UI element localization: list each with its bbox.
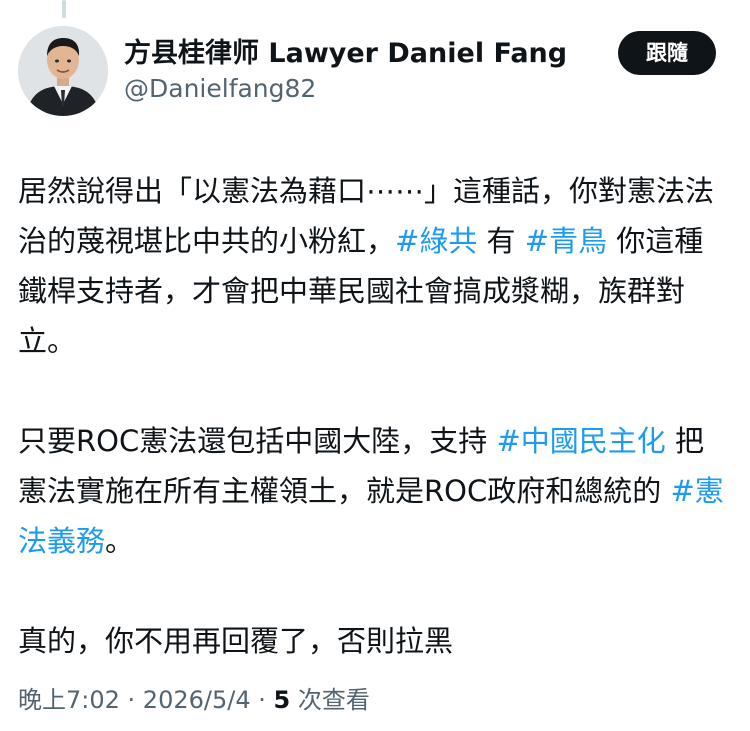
tweet-text-segment: 只要ROC憲法還包括中國大陸，支持 xyxy=(18,424,497,458)
follow-button[interactable]: 跟隨 xyxy=(618,31,716,75)
tweet-text: 居然說得出「以憲法為藉口⋯⋯」這種話，你對憲法法治的蔑視堪比中共的小粉紅，#綠共… xyxy=(18,166,732,666)
meta-separator: · xyxy=(250,686,274,714)
meta-separator: · xyxy=(119,686,143,714)
avatar-photo xyxy=(18,26,108,116)
avatar[interactable] xyxy=(18,26,108,116)
tweet-paragraph-1: 居然說得出「以憲法為藉口⋯⋯」這種話，你對憲法法治的蔑視堪比中共的小粉紅，#綠共… xyxy=(18,166,732,366)
author-name[interactable]: 方县桂律师 Lawyer Daniel Fang xyxy=(124,36,567,72)
hashtag-link[interactable]: #青鳥 xyxy=(525,224,607,258)
thread-connector-line xyxy=(62,0,66,18)
tweet-meta: 晚上7:02 · 2026/5/4 · 5 次查看 xyxy=(18,683,370,717)
tweet-time[interactable]: 晚上7:02 xyxy=(18,686,120,714)
tweet-text-segment: 有 xyxy=(477,224,525,258)
hashtag-link[interactable]: #綠共 xyxy=(395,224,477,258)
tweet-date[interactable]: 2026/5/4 xyxy=(143,686,251,714)
author-handle[interactable]: @Danielfang82 xyxy=(124,72,316,106)
views-count: 5 xyxy=(273,686,291,714)
views-label: 次查看 xyxy=(290,686,370,714)
hashtag-link[interactable]: #中國民主化 xyxy=(496,424,665,458)
tweet-text-segment: 。 xyxy=(105,524,135,558)
tweet-paragraph-2: 只要ROC憲法還包括中國大陸，支持 #中國民主化 把憲法實施在所有主權領土，就是… xyxy=(18,416,732,566)
tweet-paragraph-3: 真的，你不用再回覆了，否則拉黑 xyxy=(18,624,454,658)
